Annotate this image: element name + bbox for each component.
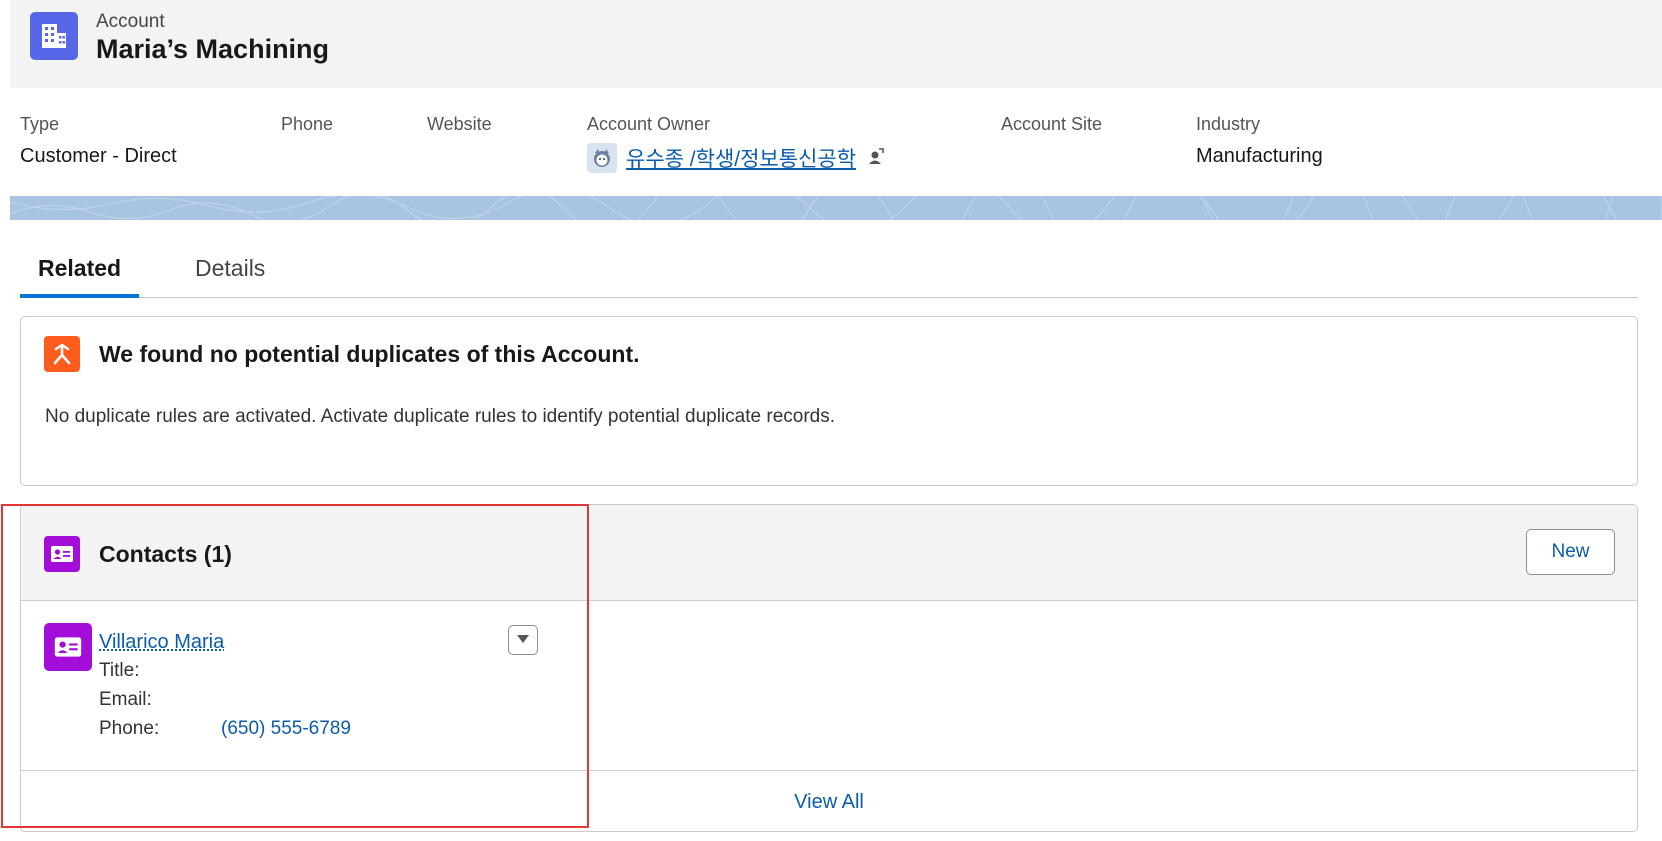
duplicates-message: No duplicate rules are activated. Activa… [45, 406, 836, 427]
owner-avatar[interactable] [587, 143, 617, 173]
building-icon [30, 12, 78, 60]
decorative-band [10, 196, 1662, 220]
field-industry: Industry Manufacturing [1196, 114, 1323, 168]
row-actions-dropdown[interactable] [508, 625, 538, 655]
list-item: Villarico Maria Title: Email: Phone: (65… [21, 601, 1637, 771]
account-owner-label: Account Owner [587, 114, 711, 134]
field-account-site: Account Site [1001, 114, 1102, 135]
contacts-title[interactable]: Contacts (1) [99, 541, 232, 568]
object-label: Account [96, 11, 165, 32]
view-all-link[interactable]: View All [21, 771, 1637, 831]
contact-title-label: Title: [99, 660, 140, 681]
duplicates-title: We found no potential duplicates of this… [99, 341, 640, 367]
chevron-down-icon [516, 631, 530, 649]
contacts-header: Contacts (1) New [21, 505, 1637, 601]
contacts-related-list: Contacts (1) New Villarico Maria Title: … [20, 504, 1638, 832]
type-label: Type [20, 114, 60, 134]
contact-phone-label: Phone: [99, 718, 160, 739]
tab-related[interactable]: Related [20, 255, 140, 298]
merge-icon [44, 336, 80, 372]
record-header: Account Maria’s Machining [10, 0, 1662, 88]
type-value: Customer - Direct [20, 145, 177, 167]
website-label: Website [427, 114, 492, 134]
contact-name-link[interactable]: Villarico Maria [99, 631, 224, 654]
industry-label: Industry [1196, 114, 1261, 134]
phone-label: Phone [281, 114, 334, 134]
record-tabs: Related Details [20, 240, 1638, 298]
duplicates-card: We found no potential duplicates of this… [20, 316, 1638, 486]
record-title: Maria’s Machining [96, 34, 330, 64]
new-contact-button[interactable]: New [1526, 529, 1615, 575]
tab-details[interactable]: Details [177, 255, 283, 298]
field-phone: Phone [281, 114, 333, 135]
contact-email-label: Email: [99, 689, 152, 710]
field-type: Type Customer - Direct [20, 114, 177, 168]
account-owner-link[interactable]: 유수종 /학생/정보통신공학 [626, 143, 856, 173]
contact-card-icon [44, 536, 80, 572]
contact-card-icon [44, 623, 92, 671]
field-website: Website [427, 114, 492, 135]
industry-value: Manufacturing [1196, 145, 1323, 167]
contact-phone-value[interactable]: (650) 555-6789 [221, 718, 351, 740]
account-site-label: Account Site [1001, 114, 1103, 134]
field-account-owner: Account Owner 유수종 /학생/정보통신공학 [587, 114, 885, 173]
change-owner-icon[interactable] [865, 146, 885, 171]
